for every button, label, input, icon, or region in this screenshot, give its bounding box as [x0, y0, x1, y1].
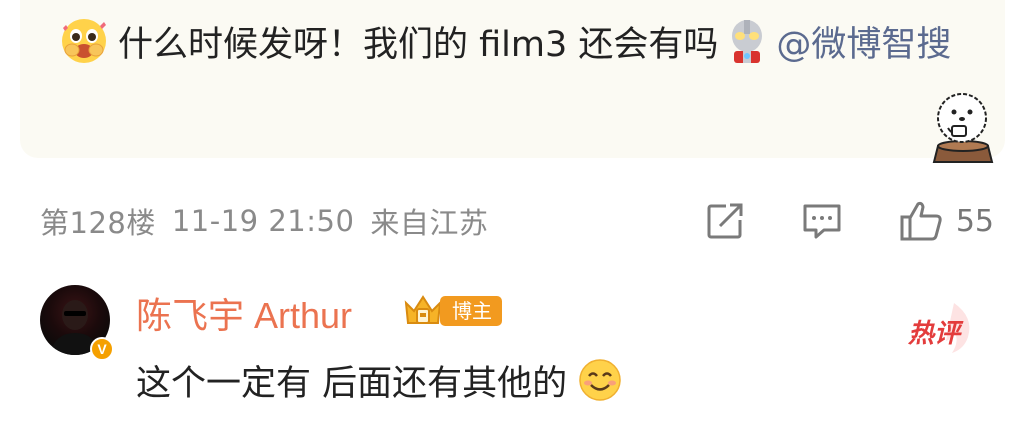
location: 来自江苏	[370, 206, 489, 240]
comment-meta: 第128楼 11-19 21:50 来自江苏	[40, 196, 488, 246]
repost-icon	[707, 203, 743, 239]
comment-actions: 55	[704, 196, 994, 246]
bear-sticker-icon	[932, 93, 994, 163]
reply-button[interactable]	[800, 200, 844, 242]
like-button[interactable]: 55	[898, 199, 994, 243]
comment-body: 什么时候发呀！我们的 film3 还会有吗	[118, 25, 719, 65]
like-count: 55	[955, 203, 994, 239]
repost-button[interactable]	[704, 200, 746, 242]
reply-text: 这个一定有 后面还有其他的	[136, 357, 629, 411]
floor-number: 第128楼	[40, 206, 156, 240]
verified-badge: V	[90, 337, 114, 361]
reply-body: 这个一定有 后面还有其他的	[136, 364, 568, 404]
comment-text: 什么时候发呀！我们的 film3 还会有吗 @微博智搜	[58, 14, 963, 76]
reply-author-name[interactable]: 陈飞宇 Arthur	[136, 287, 352, 339]
thumbs-up-icon	[900, 201, 942, 241]
pleading-face-icon	[62, 19, 106, 63]
badge-label: 博主	[440, 296, 502, 326]
timestamp: 11-19 21:50	[171, 204, 355, 238]
blogger-badge: 博主	[400, 293, 502, 329]
reply-comment: V 陈飞宇 Arthur 博主 这个一定有 后面还有其他的 热评	[40, 285, 1030, 425]
comment-bubble: 什么时候发呀！我们的 film3 还会有吗 @微博智搜	[20, 0, 1005, 158]
smiling-face-icon	[579, 359, 621, 401]
comment-icon	[803, 204, 841, 239]
hot-label: 热评	[908, 319, 961, 349]
hot-comment-badge: 热评	[902, 299, 982, 355]
mention-link[interactable]: @微博智搜	[776, 25, 951, 65]
ultraman-icon	[732, 20, 763, 63]
